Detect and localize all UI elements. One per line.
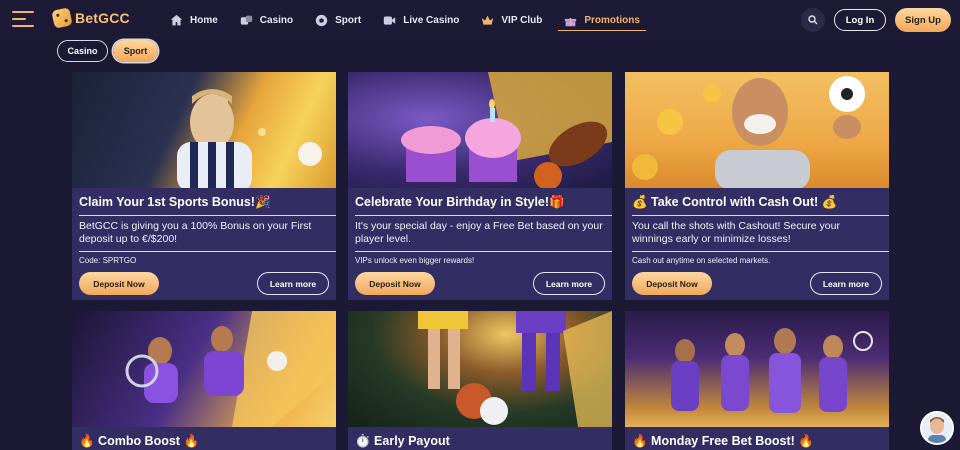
divider (632, 215, 889, 216)
promo-title: ⏱️ Early Payout (355, 434, 450, 448)
nav-casino-label: Casino (259, 14, 294, 26)
promo-note: Cash out anytime on selected markets. (632, 256, 771, 265)
deposit-now-button[interactable]: Deposit Now (355, 272, 435, 295)
nav-casino[interactable]: Casino (240, 0, 293, 40)
divider (79, 215, 336, 216)
nav-vip-club-label: VIP Club (501, 14, 543, 26)
deposit-now-button[interactable]: Deposit Now (79, 272, 159, 295)
top-navbar: BetGCC Home Casino Sport Live Casino VIP… (0, 0, 960, 40)
deposit-now-button[interactable]: Deposit Now (632, 272, 712, 295)
crown-icon (482, 15, 494, 25)
dice-logo-icon (51, 7, 73, 29)
promo-image-sports-stars (625, 311, 889, 427)
promo-description: It's your special day - enjoy a Free Bet… (355, 220, 603, 245)
promo-image-footballer (72, 72, 336, 188)
login-button[interactable]: Log In (834, 9, 886, 31)
dice-icon (240, 15, 252, 25)
site-logo[interactable]: BetGCC (51, 7, 130, 29)
filter-sport[interactable]: Sport (113, 40, 158, 62)
divider (355, 215, 612, 216)
nav-home[interactable]: Home (170, 0, 218, 40)
nav-sport-label: Sport (335, 14, 362, 26)
promo-card-cash-out: 💰 Take Control with Cash Out! 💰 You call… (625, 72, 889, 300)
promo-card-combo-boost: 🔥 Combo Boost 🔥 (72, 311, 336, 450)
promo-card-birthday: Celebrate Your Birthday in Style!🎁 It's … (348, 72, 612, 300)
nav-live-casino-label: Live Casino (403, 14, 460, 26)
promo-card-monday-free-bet: 🔥 Monday Free Bet Boost! 🔥 (625, 311, 889, 450)
signup-button[interactable]: Sign Up (895, 8, 951, 32)
divider (632, 251, 889, 252)
divider (355, 251, 612, 252)
main-nav: Home Casino Sport Live Casino VIP Club P… (170, 0, 662, 40)
promo-image-athletes (72, 311, 336, 427)
logo-text: BetGCC (75, 10, 130, 26)
promo-title: 🔥 Monday Free Bet Boost! 🔥 (632, 434, 814, 448)
nav-sport[interactable]: Sport (315, 0, 361, 40)
support-chat-avatar[interactable] (920, 411, 954, 445)
search-icon (808, 15, 818, 25)
search-button[interactable] (801, 8, 825, 32)
promo-image-cupcake (348, 72, 612, 188)
video-icon (384, 15, 396, 25)
promo-title: Claim Your 1st Sports Bonus!🎉 (79, 195, 271, 209)
promo-title: 🔥 Combo Boost 🔥 (79, 434, 200, 448)
nav-live-casino[interactable]: Live Casino (383, 0, 459, 40)
promo-card-early-payout: ⏱️ Early Payout (348, 311, 612, 450)
nav-home-label: Home (190, 14, 218, 26)
hamburger-menu-icon[interactable] (12, 11, 34, 29)
soccer-ball-icon (315, 14, 328, 26)
promo-note: VIPs unlock even bigger rewards! (355, 256, 475, 265)
promo-description: You call the shots with Cashout! Secure … (632, 220, 840, 245)
promo-title: 💰 Take Control with Cash Out! 💰 (632, 195, 838, 209)
promo-title: Celebrate Your Birthday in Style!🎁 (355, 195, 565, 209)
divider (79, 251, 336, 252)
promo-image-players-legs (348, 311, 612, 427)
nav-promotions-label: Promotions (584, 14, 640, 26)
home-icon (170, 14, 183, 25)
nav-promotions[interactable]: Promotions (558, 0, 646, 40)
gift-icon (565, 17, 577, 26)
learn-more-button[interactable]: Learn more (257, 272, 329, 295)
promo-image-excited-man (625, 72, 889, 188)
promo-code: Code: SPRTGO (79, 256, 137, 265)
promo-description: BetGCC is giving you a 100% Bonus on you… (79, 220, 312, 245)
nav-vip-club[interactable]: VIP Club (481, 0, 542, 40)
learn-more-button[interactable]: Learn more (810, 272, 882, 295)
learn-more-button[interactable]: Learn more (533, 272, 605, 295)
promo-card-sports-bonus: Claim Your 1st Sports Bonus!🎉 BetGCC is … (72, 72, 336, 300)
filter-casino[interactable]: Casino (57, 40, 108, 62)
